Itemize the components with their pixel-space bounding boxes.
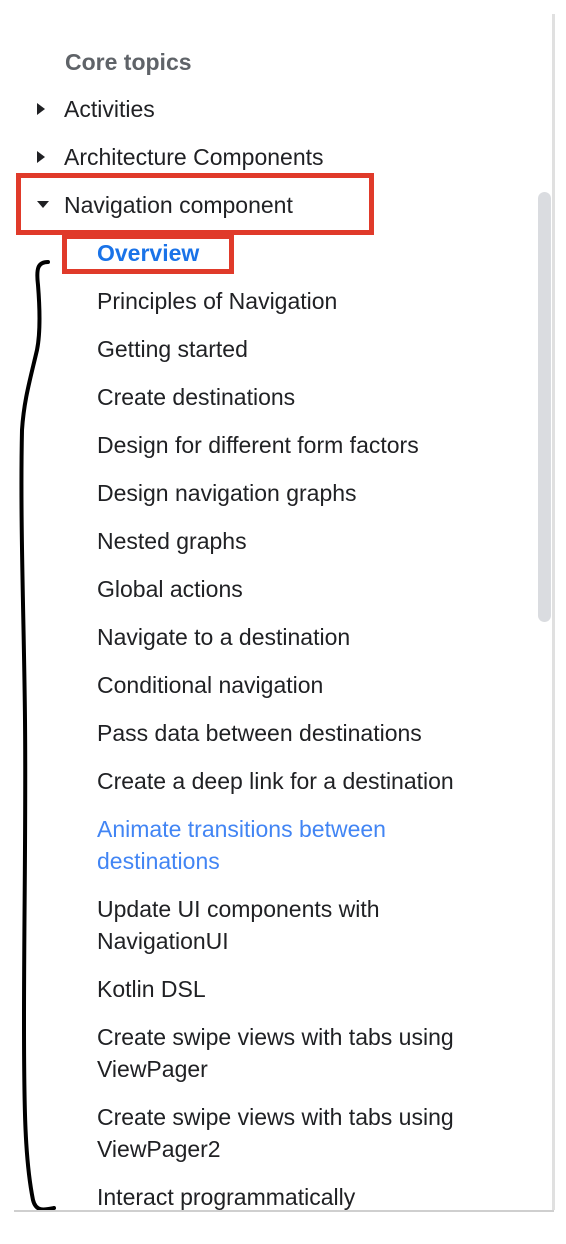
sub-item-principles-of-navigation[interactable]: Principles of Navigation (97, 285, 337, 317)
sidebar-item-label: Activities (64, 96, 155, 122)
sub-item-kotlin-dsl[interactable]: Kotlin DSL (97, 973, 206, 1005)
sub-item-getting-started[interactable]: Getting started (97, 333, 248, 365)
sub-item-navigate-to-destination[interactable]: Navigate to a destination (97, 621, 350, 653)
sub-item-label-line1: Create swipe views with tabs using (97, 1024, 454, 1050)
sub-item-nested-graphs[interactable]: Nested graphs (97, 525, 247, 557)
sub-item-design-form-factors[interactable]: Design for different form factors (97, 429, 419, 461)
divider (14, 1210, 554, 1212)
caret-right-icon[interactable] (26, 141, 64, 173)
sub-item-design-navigation-graphs[interactable]: Design navigation graphs (97, 477, 357, 509)
sub-item-swipe-viewpager2[interactable]: Create swipe views with tabs using ViewP… (97, 1101, 454, 1165)
sub-item-clipped (97, 1229, 517, 1244)
sub-item-label-line1: Create swipe views with tabs using (97, 1104, 454, 1130)
sub-item-label-line1: Update UI components with (97, 896, 380, 922)
sub-item-pass-data[interactable]: Pass data between destinations (97, 717, 422, 749)
scrollbar-track[interactable] (552, 14, 555, 1210)
sub-item-label-line2: ViewPager (97, 1056, 208, 1082)
sub-item-label-line2: NavigationUI (97, 928, 229, 954)
sidebar-item-label: Navigation component (64, 192, 293, 218)
sidebar-item-activities[interactable]: Activities (26, 89, 155, 129)
caret-right-icon[interactable] (26, 93, 64, 125)
sub-item-deep-link[interactable]: Create a deep link for a destination (97, 765, 454, 797)
sub-item-label-line1: Animate transitions between (97, 816, 386, 842)
section-heading: Core topics (65, 49, 192, 75)
scrollbar-thumb[interactable] (538, 192, 551, 622)
sub-item-swipe-viewpager[interactable]: Create swipe views with tabs using ViewP… (97, 1021, 454, 1085)
sidebar-item-navigation-component[interactable]: Navigation component (26, 185, 293, 225)
sidebar-nav: Core topics Activities Architecture Comp… (0, 0, 566, 1244)
sub-item-global-actions[interactable]: Global actions (97, 573, 243, 605)
sub-item-conditional-navigation[interactable]: Conditional navigation (97, 669, 323, 701)
sub-item-label-line2: ViewPager2 (97, 1136, 221, 1162)
sub-item-label-line2: destinations (97, 848, 220, 874)
sidebar-item-label: Architecture Components (64, 144, 324, 170)
caret-down-icon[interactable] (26, 189, 64, 221)
sub-item-interact-programmatically[interactable]: Interact programmatically (97, 1181, 355, 1213)
sub-item-animate-transitions[interactable]: Animate transitions between destinations (97, 813, 386, 877)
sub-item-overview[interactable]: Overview (97, 237, 199, 269)
sub-item-update-ui-components[interactable]: Update UI components with NavigationUI (97, 893, 380, 957)
sidebar-item-architecture-components[interactable]: Architecture Components (26, 137, 324, 177)
sub-item-create-destinations[interactable]: Create destinations (97, 381, 295, 413)
